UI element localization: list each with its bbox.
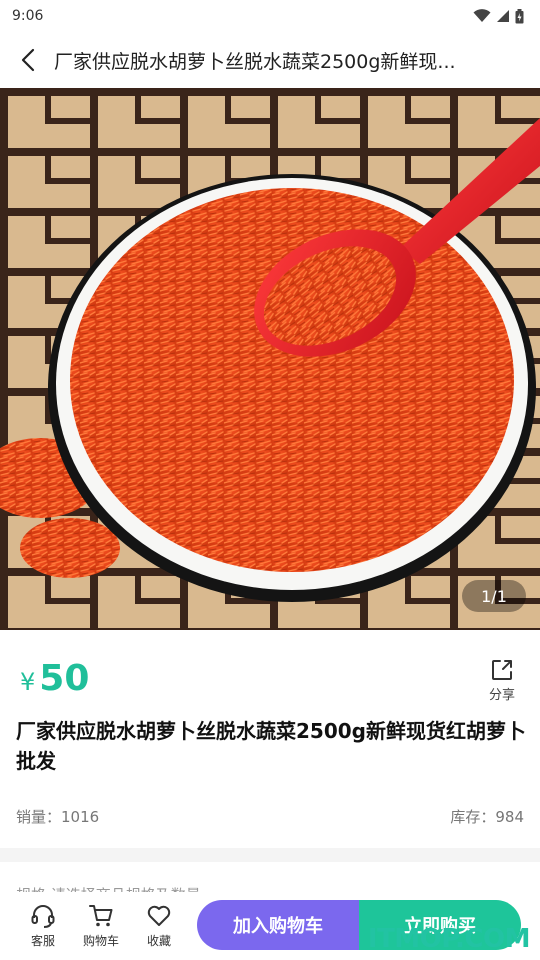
price-value: 50 <box>39 658 90 699</box>
bottom-action-bar: 客服 购物车 收藏 加入购物车 立即购买 <box>0 892 540 960</box>
signal-icon <box>497 10 509 22</box>
wifi-icon <box>473 9 491 22</box>
back-button[interactable] <box>14 40 42 80</box>
header: 厂家供应脱水胡萝卜丝脱水蔬菜2500g新鲜现... <box>0 32 540 88</box>
cart-button[interactable]: 购物车 <box>72 903 130 949</box>
battery-icon <box>515 8 524 23</box>
image-page-indicator: 1/1 <box>462 580 526 612</box>
cart-icon <box>89 905 113 927</box>
cart-label: 购物车 <box>82 934 119 948</box>
product-image <box>0 88 540 630</box>
back-arrow-icon <box>21 48 35 72</box>
share-button[interactable]: 分享 <box>480 658 524 703</box>
currency-symbol: ¥ <box>20 668 36 696</box>
status-icons <box>473 8 524 24</box>
status-time: 9:06 <box>12 8 44 24</box>
section-divider <box>0 848 540 862</box>
customer-service-label: 客服 <box>30 934 55 948</box>
product-title: 厂家供应脱水胡萝卜丝脱水蔬菜2500g新鲜现货红胡萝卜批发 <box>16 719 526 773</box>
add-to-cart-button[interactable]: 加入购物车 <box>197 900 359 950</box>
price: ¥ 50 <box>20 658 89 699</box>
favorite-label: 收藏 <box>146 934 171 948</box>
stock-count: 库存：984 <box>450 808 524 826</box>
heart-icon <box>147 905 171 926</box>
product-image-gallery[interactable]: 1/1 <box>0 88 540 630</box>
price-row: ¥ 50 分享 <box>16 630 524 716</box>
page-title: 厂家供应脱水胡萝卜丝脱水蔬菜2500g新鲜现... <box>54 50 456 73</box>
sales-count: 销量：1016 <box>16 808 100 826</box>
favorite-button[interactable]: 收藏 <box>130 903 188 949</box>
share-icon <box>492 660 512 680</box>
cta-group: 加入购物车 立即购买 <box>197 900 521 950</box>
product-info: ¥ 50 分享 厂家供应脱水胡萝卜丝脱水蔬菜2500g新鲜现货红胡萝卜批发 销量… <box>0 630 540 848</box>
share-label: 分享 <box>488 688 515 703</box>
customer-service-button[interactable]: 客服 <box>14 903 72 949</box>
headset-icon <box>31 905 55 928</box>
status-bar: 9:06 <box>0 0 540 32</box>
buy-now-button[interactable]: 立即购买 <box>359 900 521 950</box>
product-stats: 销量：1016 库存：984 <box>16 806 524 827</box>
